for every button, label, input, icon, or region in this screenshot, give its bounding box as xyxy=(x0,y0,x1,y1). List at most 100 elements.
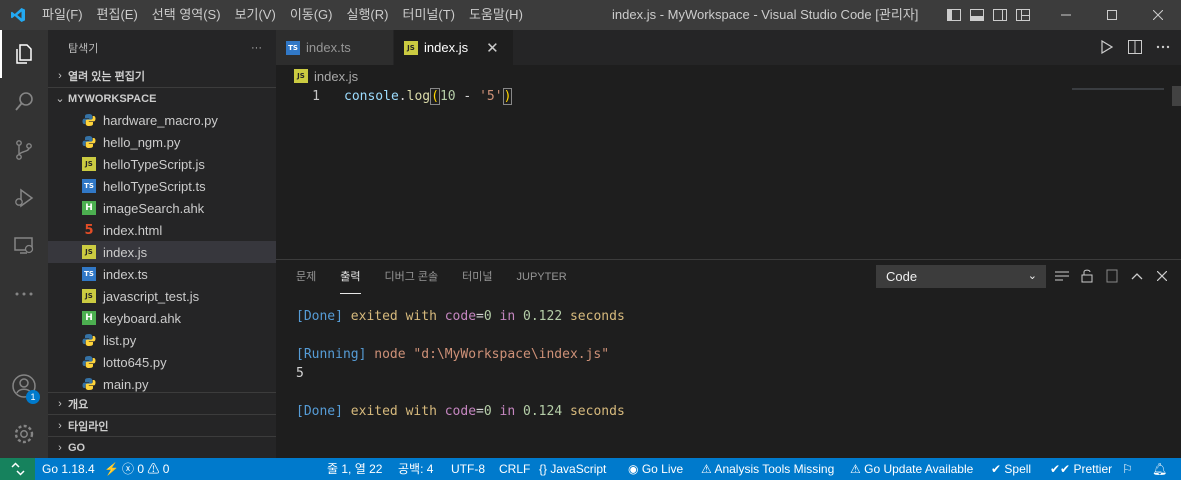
output-text: with xyxy=(405,404,437,419)
menu-file[interactable]: 파일(F) xyxy=(35,0,90,30)
indentation[interactable]: 공백: 4 xyxy=(398,458,433,480)
menu-selection[interactable]: 선택 영역(S) xyxy=(145,0,228,30)
ahk-file-icon: H xyxy=(82,201,96,215)
go-live-button[interactable]: ◉ Go Live xyxy=(628,458,683,480)
toggle-primary-sidebar-icon[interactable] xyxy=(946,7,962,23)
file-item[interactable]: list.py xyxy=(48,329,276,351)
outline-label: 개요 xyxy=(68,398,89,411)
go-section[interactable]: › GO xyxy=(48,436,276,458)
accounts-icon[interactable]: 1 xyxy=(0,362,48,410)
spell-check[interactable]: ✔ Spell xyxy=(991,458,1031,480)
menu-edit[interactable]: 편집(E) xyxy=(90,0,145,30)
clear-output-icon[interactable] xyxy=(1054,268,1070,284)
toggle-panel-icon[interactable] xyxy=(969,7,985,23)
tab-jupyter[interactable]: JUPYTER xyxy=(517,260,567,294)
feedback-icon[interactable]: ⚐ xyxy=(1122,458,1133,480)
output-text: node "d:\MyWorkspace\index.js" xyxy=(366,347,610,362)
analysis-tools-missing[interactable]: ⚠ Analysis Tools Missing xyxy=(701,458,834,480)
menu-terminal[interactable]: 터미널(T) xyxy=(395,0,461,30)
close-panel-icon[interactable] xyxy=(1154,268,1170,284)
explorer-title: 탐색기 xyxy=(68,42,99,55)
split-editor-icon[interactable] xyxy=(1127,39,1143,55)
file-item[interactable]: hello_ngm.py xyxy=(48,131,276,153)
workspace-section[interactable]: ⌄ MYWORKSPACE xyxy=(48,87,276,109)
file-item[interactable]: JS javascript_test.js xyxy=(48,285,276,307)
file-item[interactable]: HimageSearch.ahk xyxy=(48,197,276,219)
explorer-icon[interactable] xyxy=(0,30,48,78)
explorer-more-actions[interactable]: ··· xyxy=(251,42,262,54)
file-item[interactable]: 5 index.html xyxy=(48,219,276,241)
tab-output[interactable]: 출력 xyxy=(340,260,361,294)
toggle-secondary-sidebar-icon[interactable] xyxy=(992,7,1008,23)
remote-indicator-icon[interactable] xyxy=(0,458,35,480)
file-item[interactable]: main.py xyxy=(48,373,276,392)
more-actions-icon[interactable] xyxy=(1155,39,1171,55)
accounts-badge: 1 xyxy=(26,390,40,404)
line-number: 1 xyxy=(312,89,320,104)
file-item[interactable]: Hkeyboard.ahk xyxy=(48,307,276,329)
problems-indicator[interactable]: ⓧ 0 ⚠ 0 xyxy=(122,458,169,480)
menu-run[interactable]: 실행(R) xyxy=(340,0,396,30)
code-token: - xyxy=(455,89,480,104)
file-item[interactable]: JS index.js xyxy=(48,241,276,263)
notifications-bell-icon[interactable]: 🔔︎ xyxy=(1152,458,1167,480)
menu-go[interactable]: 이동(G) xyxy=(283,0,340,30)
maximize-icon[interactable] xyxy=(1089,0,1135,30)
manage-gear-icon[interactable] xyxy=(0,410,48,458)
open-editors-section[interactable]: › 열려 있는 편집기 xyxy=(48,65,276,87)
encoding[interactable]: UTF-8 xyxy=(451,458,485,480)
close-tab-icon[interactable]: ✕ xyxy=(486,39,499,57)
go-update-available[interactable]: ⚠ Go Update Available xyxy=(850,458,973,480)
run-code-icon[interactable] xyxy=(1099,39,1115,55)
vscode-logo-icon[interactable] xyxy=(0,0,35,30)
menu-view[interactable]: 보기(V) xyxy=(228,0,283,30)
tab-problems[interactable]: 문제 xyxy=(296,260,316,294)
timeline-section[interactable]: › 타임라인 xyxy=(48,414,276,436)
breadcrumb[interactable]: JS index.js xyxy=(294,66,358,86)
file-item[interactable]: JS helloTypeScript.js xyxy=(48,153,276,175)
maximize-panel-icon[interactable] xyxy=(1129,268,1145,284)
file-item[interactable]: hardware_macro.py xyxy=(48,109,276,131)
go-update-label: Go Update Available xyxy=(864,462,974,476)
outline-section[interactable]: › 개요 xyxy=(48,392,276,414)
output-time: 0.122 xyxy=(523,309,563,324)
output-line-result: 5 xyxy=(296,366,304,381)
tab-terminal[interactable]: 터미널 xyxy=(462,260,492,294)
typescript-file-icon: TS xyxy=(82,179,96,193)
go-version[interactable]: Go 1.18.4 xyxy=(42,458,95,480)
source-control-icon[interactable] xyxy=(0,126,48,174)
minimize-icon[interactable] xyxy=(1043,0,1089,30)
tab-debug-console[interactable]: 디버그 콘솔 xyxy=(385,260,439,294)
file-item[interactable]: TS index.ts xyxy=(48,263,276,285)
menu-help[interactable]: 도움말(H) xyxy=(462,0,530,30)
output-text: with xyxy=(405,309,437,324)
code-line-1[interactable]: console.log(10 - '5') xyxy=(344,87,513,106)
javascript-file-icon: JS xyxy=(82,157,96,171)
run-debug-icon[interactable] xyxy=(0,174,48,222)
customize-layout-icon[interactable] xyxy=(1015,7,1031,23)
output-channel-select[interactable]: Code ⌄ xyxy=(876,265,1046,288)
search-icon[interactable] xyxy=(0,78,48,126)
tab-index-js[interactable]: JS index.js ✕ xyxy=(394,30,514,65)
editor-scrollbar[interactable] xyxy=(1172,86,1181,106)
python-file-icon xyxy=(82,377,96,391)
code-token: 10 xyxy=(439,89,456,104)
code-token: console xyxy=(344,89,399,104)
output-tag: [Done] xyxy=(296,309,343,324)
prettier-label: Prettier xyxy=(1073,462,1113,476)
lock-scroll-icon[interactable] xyxy=(1079,268,1095,284)
output-text: = xyxy=(476,309,484,324)
more-views-icon[interactable] xyxy=(0,270,48,318)
close-window-icon[interactable] xyxy=(1135,0,1181,30)
tab-index-ts[interactable]: TS index.ts xyxy=(276,30,394,65)
remote-explorer-icon[interactable] xyxy=(0,222,48,270)
open-log-icon[interactable] xyxy=(1104,268,1120,284)
file-item[interactable]: lotto645.py xyxy=(48,351,276,373)
prettier-status[interactable]: ✔✔ Prettier xyxy=(1050,458,1112,480)
minimap[interactable] xyxy=(1072,88,1164,90)
language-mode[interactable]: {} JavaScript xyxy=(539,458,606,480)
output-time: 0.124 xyxy=(523,404,563,419)
end-of-line[interactable]: CRLF xyxy=(499,458,530,480)
cursor-position[interactable]: 줄 1, 열 22 xyxy=(327,458,382,480)
file-item[interactable]: TS helloTypeScript.ts xyxy=(48,175,276,197)
